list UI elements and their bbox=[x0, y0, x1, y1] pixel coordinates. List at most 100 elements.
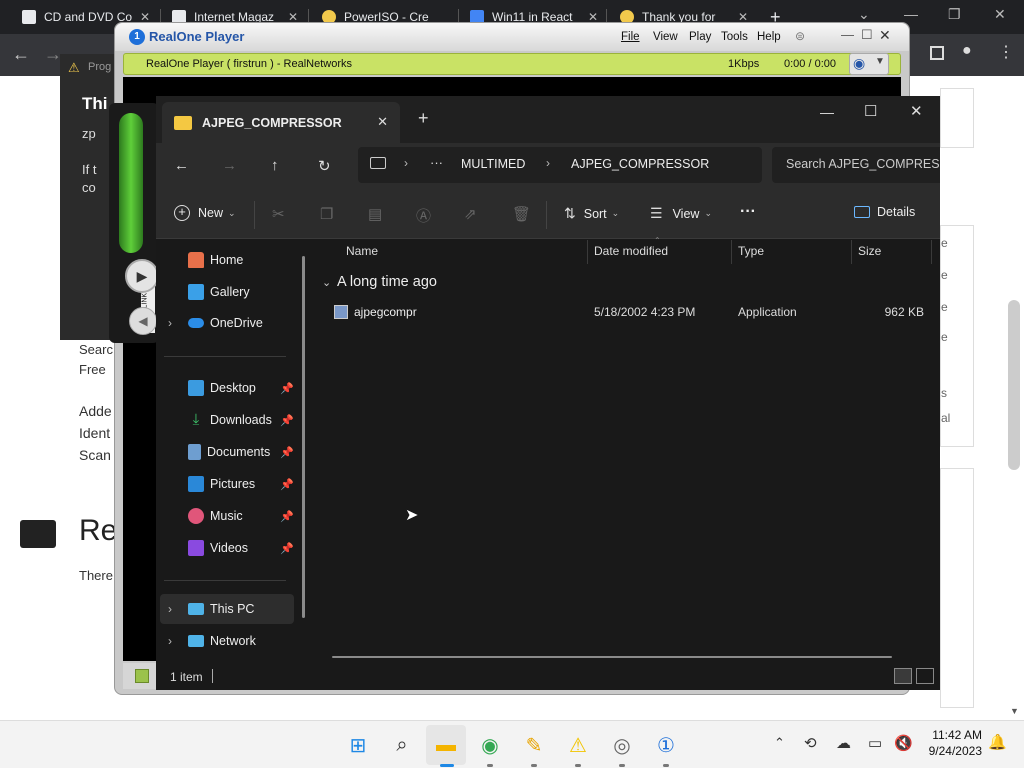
up-icon[interactable]: ↑ bbox=[271, 157, 279, 174]
minimize-icon[interactable]: — bbox=[841, 27, 854, 42]
chevron-right-icon[interactable]: › bbox=[168, 634, 172, 648]
column-size[interactable]: Size bbox=[858, 244, 881, 258]
pin-icon[interactable]: 📌 bbox=[280, 446, 294, 459]
clock[interactable]: 11:42 AM 9/24/2023 bbox=[918, 727, 982, 759]
realone-taskbar-icon[interactable]: ① bbox=[652, 731, 680, 759]
start-icon[interactable]: ⊞ bbox=[344, 731, 372, 759]
details-view-icon[interactable] bbox=[894, 668, 912, 684]
cloud-status-icon[interactable]: ☁ bbox=[836, 734, 851, 752]
minimize-icon[interactable]: — bbox=[820, 104, 834, 120]
profile-icon[interactable]: ● bbox=[962, 42, 972, 60]
group-header[interactable]: A long time ago bbox=[337, 274, 437, 290]
nav-documents[interactable]: Documents bbox=[188, 444, 270, 460]
nav-home[interactable]: Home bbox=[188, 252, 243, 268]
menu-tools[interactable]: Tools bbox=[721, 31, 748, 43]
file-explorer-icon[interactable]: ▬ bbox=[432, 731, 460, 759]
back-icon[interactable]: ← bbox=[174, 157, 189, 174]
search-box[interactable]: Search AJPEG_COMPRESSOR bbox=[772, 147, 940, 183]
nav-this-pc[interactable]: This PC bbox=[188, 602, 254, 616]
search-icon[interactable]: ⌕ bbox=[388, 731, 416, 759]
playlist-icon[interactable] bbox=[135, 669, 149, 683]
mode-icon[interactable]: ⊜ bbox=[795, 29, 805, 43]
breadcrumb-more[interactable]: ··· bbox=[430, 155, 443, 170]
forward-icon[interactable]: → bbox=[222, 157, 237, 174]
pin-icon[interactable]: 📌 bbox=[280, 382, 294, 395]
close-icon[interactable]: ✕ bbox=[879, 27, 891, 44]
address-bar[interactable]: › ··· MULTIMED › AJPEG_COMPRESSOR bbox=[358, 147, 762, 183]
tab-search-icon[interactable]: ⌄ bbox=[858, 6, 870, 23]
column-date[interactable]: Date modified bbox=[594, 244, 668, 258]
tiles-view-icon[interactable] bbox=[916, 668, 934, 684]
see-more-button[interactable]: ··· bbox=[740, 203, 756, 221]
close-icon[interactable]: ✕ bbox=[910, 102, 923, 120]
column-type[interactable]: Type bbox=[738, 244, 764, 258]
explorer-tab[interactable]: AJPEG_COMPRESSOR ✕ bbox=[162, 102, 400, 143]
horizontal-scrollbar[interactable] bbox=[332, 656, 892, 658]
view-icon: ☰ bbox=[650, 205, 663, 221]
chevron-right-icon[interactable]: › bbox=[168, 316, 172, 330]
volume-muted-icon[interactable]: 🔇 bbox=[894, 734, 913, 752]
new-button[interactable]: + New ⌄ bbox=[174, 205, 236, 221]
menu-file[interactable]: File bbox=[621, 31, 640, 43]
chrome-icon[interactable]: ◉ bbox=[476, 731, 504, 759]
close-icon[interactable]: ✕ bbox=[377, 114, 388, 130]
file-row[interactable]: ajpegcompr 5/18/2002 4:23 PM Application… bbox=[316, 300, 936, 324]
maximize-icon[interactable]: ☐ bbox=[864, 102, 877, 120]
play-button[interactable]: ▶ bbox=[125, 259, 159, 293]
view-button[interactable]: ☰ View ⌄ bbox=[650, 205, 712, 222]
back-button[interactable]: ◀ bbox=[129, 307, 157, 335]
pin-icon[interactable]: 📌 bbox=[280, 510, 294, 523]
nav-network[interactable]: Network bbox=[188, 634, 256, 648]
nav-desktop[interactable]: Desktop bbox=[188, 380, 256, 396]
tab-title: AJPEG_COMPRESSOR bbox=[202, 115, 342, 130]
pin-icon[interactable]: 📌 bbox=[280, 414, 294, 427]
disc-app-icon[interactable]: ◎ bbox=[608, 731, 636, 759]
page-scrollbar[interactable] bbox=[1008, 300, 1020, 470]
notification-bell-icon[interactable]: 🔔 bbox=[988, 733, 1007, 751]
warning-app-icon[interactable]: ⚠ bbox=[564, 731, 592, 759]
nav-downloads[interactable]: ⤓ Downloads bbox=[188, 412, 272, 428]
restore-icon[interactable]: ❐ bbox=[948, 6, 961, 23]
copy-icon[interactable]: ❐ bbox=[320, 205, 333, 223]
nav-scrollbar[interactable] bbox=[302, 256, 305, 618]
maximize-icon[interactable]: ☐ bbox=[861, 27, 873, 43]
new-tab-button[interactable]: + bbox=[418, 108, 429, 129]
side-panel-icon[interactable] bbox=[930, 46, 944, 60]
nav-pictures[interactable]: Pictures bbox=[188, 476, 255, 492]
pin-icon[interactable]: 📌 bbox=[280, 542, 294, 555]
chevron-down-icon[interactable]: ⌄ bbox=[322, 276, 331, 289]
column-name[interactable]: Name bbox=[346, 244, 378, 258]
sort-button[interactable]: ⇅ Sort ⌄ bbox=[564, 205, 619, 222]
scroll-down-icon[interactable]: ▼ bbox=[1010, 706, 1019, 716]
share-icon[interactable]: ⇗ bbox=[464, 205, 477, 223]
nav-music[interactable]: Music bbox=[188, 508, 243, 524]
minimize-icon[interactable]: — bbox=[904, 6, 918, 22]
back-icon[interactable]: ← bbox=[12, 44, 30, 65]
nav-onedrive[interactable]: OneDrive bbox=[188, 316, 263, 330]
menu-icon[interactable]: ⋮ bbox=[998, 42, 1014, 62]
pencil-app-icon[interactable]: ✎ bbox=[520, 731, 548, 759]
menu-view[interactable]: View bbox=[653, 31, 678, 43]
menu-help[interactable]: Help bbox=[757, 31, 781, 43]
chevron-up-icon[interactable]: ⌃ bbox=[774, 735, 785, 751]
display-icon[interactable]: ▭ bbox=[868, 734, 882, 752]
paste-icon[interactable]: ▤ bbox=[368, 205, 382, 223]
download-icon: ⤓ bbox=[192, 411, 200, 428]
refresh-icon[interactable]: ↻ bbox=[318, 157, 331, 175]
menu-play[interactable]: Play bbox=[689, 31, 711, 43]
nav-videos[interactable]: Videos bbox=[188, 540, 248, 556]
divider bbox=[212, 669, 213, 683]
close-icon[interactable]: ✕ bbox=[994, 6, 1006, 23]
chevron-down-icon[interactable]: ▼ bbox=[875, 56, 885, 67]
delete-icon[interactable]: 🗑 bbox=[512, 205, 531, 223]
cut-icon[interactable]: ✂ bbox=[272, 205, 285, 223]
nav-gallery[interactable]: Gallery bbox=[188, 284, 250, 300]
rename-icon[interactable]: Ⓐ bbox=[416, 205, 431, 226]
breadcrumb-item[interactable]: AJPEG_COMPRESSOR bbox=[571, 157, 709, 171]
new-label: New bbox=[198, 206, 224, 220]
sync-icon[interactable]: ⟲ bbox=[804, 734, 817, 752]
pin-icon[interactable]: 📌 bbox=[280, 478, 294, 491]
breadcrumb-item[interactable]: MULTIMED bbox=[461, 157, 525, 171]
chevron-right-icon[interactable]: › bbox=[168, 602, 172, 616]
details-button[interactable]: Details bbox=[854, 205, 915, 219]
